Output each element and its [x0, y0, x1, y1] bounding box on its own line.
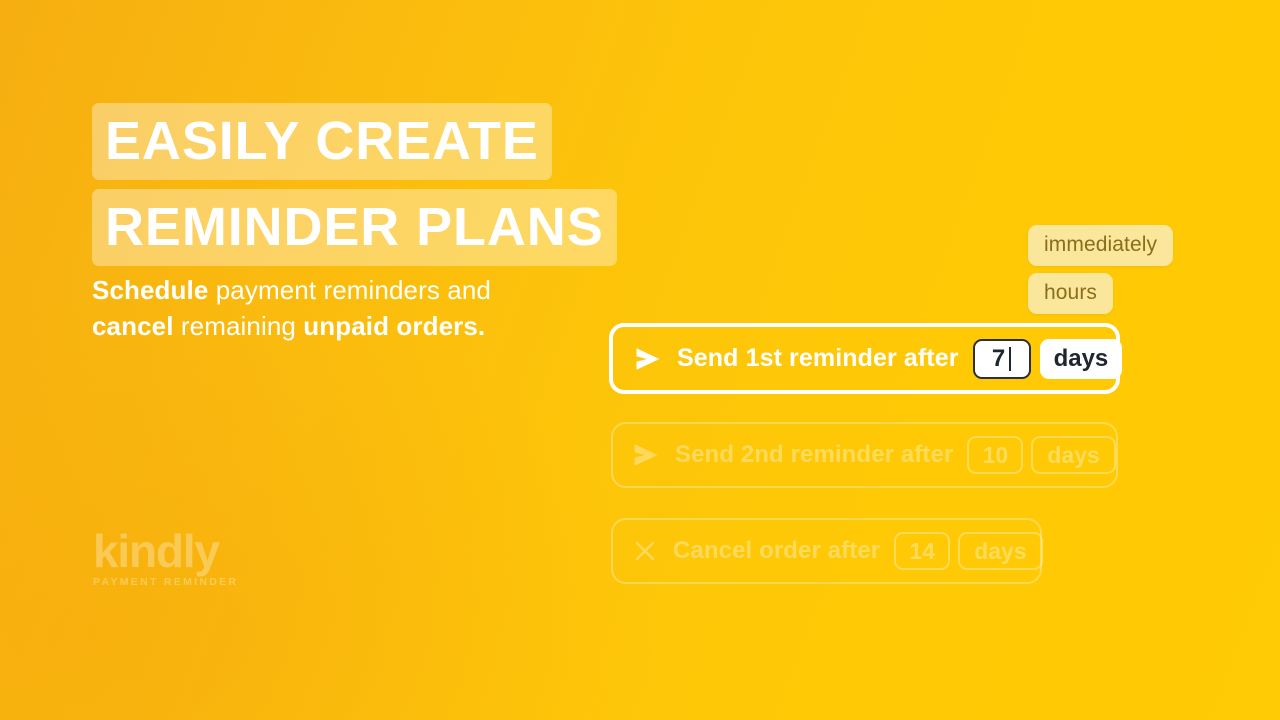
subtitle-emphasis-cancel: cancel: [92, 311, 174, 341]
hero-stage: EASILY CREATE REMINDER PLANS Schedule pa…: [0, 0, 1280, 720]
reminder-row-first[interactable]: Send 1st reminder after 7 days: [609, 323, 1123, 394]
cancel-order-row-label: Cancel order after: [673, 537, 881, 564]
subtitle-text-2: remaining: [173, 311, 304, 341]
reminder-row-first-label: Send 1st reminder after: [677, 344, 959, 372]
page-title: EASILY CREATE REMINDER PLANS: [92, 103, 617, 266]
close-icon: [633, 539, 657, 563]
unit-option-immediately[interactable]: immediately: [1028, 225, 1174, 266]
subtitle-emphasis-unpaid-orders: unpaid orders.: [303, 311, 486, 341]
reminder-row-second[interactable]: Send 2nd reminder after 10 days: [611, 422, 1118, 488]
cancel-order-unit-select[interactable]: days: [958, 532, 1043, 570]
first-reminder-unit-select[interactable]: days: [1039, 338, 1123, 379]
subtitle-text-1: payment reminders and: [208, 275, 491, 305]
cancel-order-days-input[interactable]: 14: [894, 532, 951, 570]
logo-tagline: PAYMENT REMINDER: [93, 576, 239, 588]
second-reminder-unit-select[interactable]: days: [1031, 436, 1116, 474]
headline-line-1: EASILY CREATE: [92, 103, 552, 180]
unit-option-hours[interactable]: hours: [1028, 273, 1114, 314]
reminder-row-second-label: Send 2nd reminder after: [675, 441, 954, 468]
text-caret: [1009, 346, 1012, 371]
subtitle-emphasis-schedule: Schedule: [92, 275, 209, 305]
headline-line-2: REMINDER PLANS: [92, 189, 617, 266]
cancel-order-row[interactable]: Cancel order after 14 days: [611, 518, 1043, 584]
hero-subtitle: Schedule payment reminders and cancel re…: [92, 272, 522, 344]
logo-wordmark: kindly: [93, 525, 220, 577]
send-icon: [633, 443, 659, 467]
send-icon: [635, 347, 661, 371]
second-reminder-days-input[interactable]: 10: [967, 436, 1024, 474]
brand-logo: kindly PAYMENT REMINDER: [93, 528, 238, 589]
first-reminder-days-input[interactable]: 7: [972, 338, 1031, 379]
first-reminder-days-value: 7: [991, 344, 1006, 372]
